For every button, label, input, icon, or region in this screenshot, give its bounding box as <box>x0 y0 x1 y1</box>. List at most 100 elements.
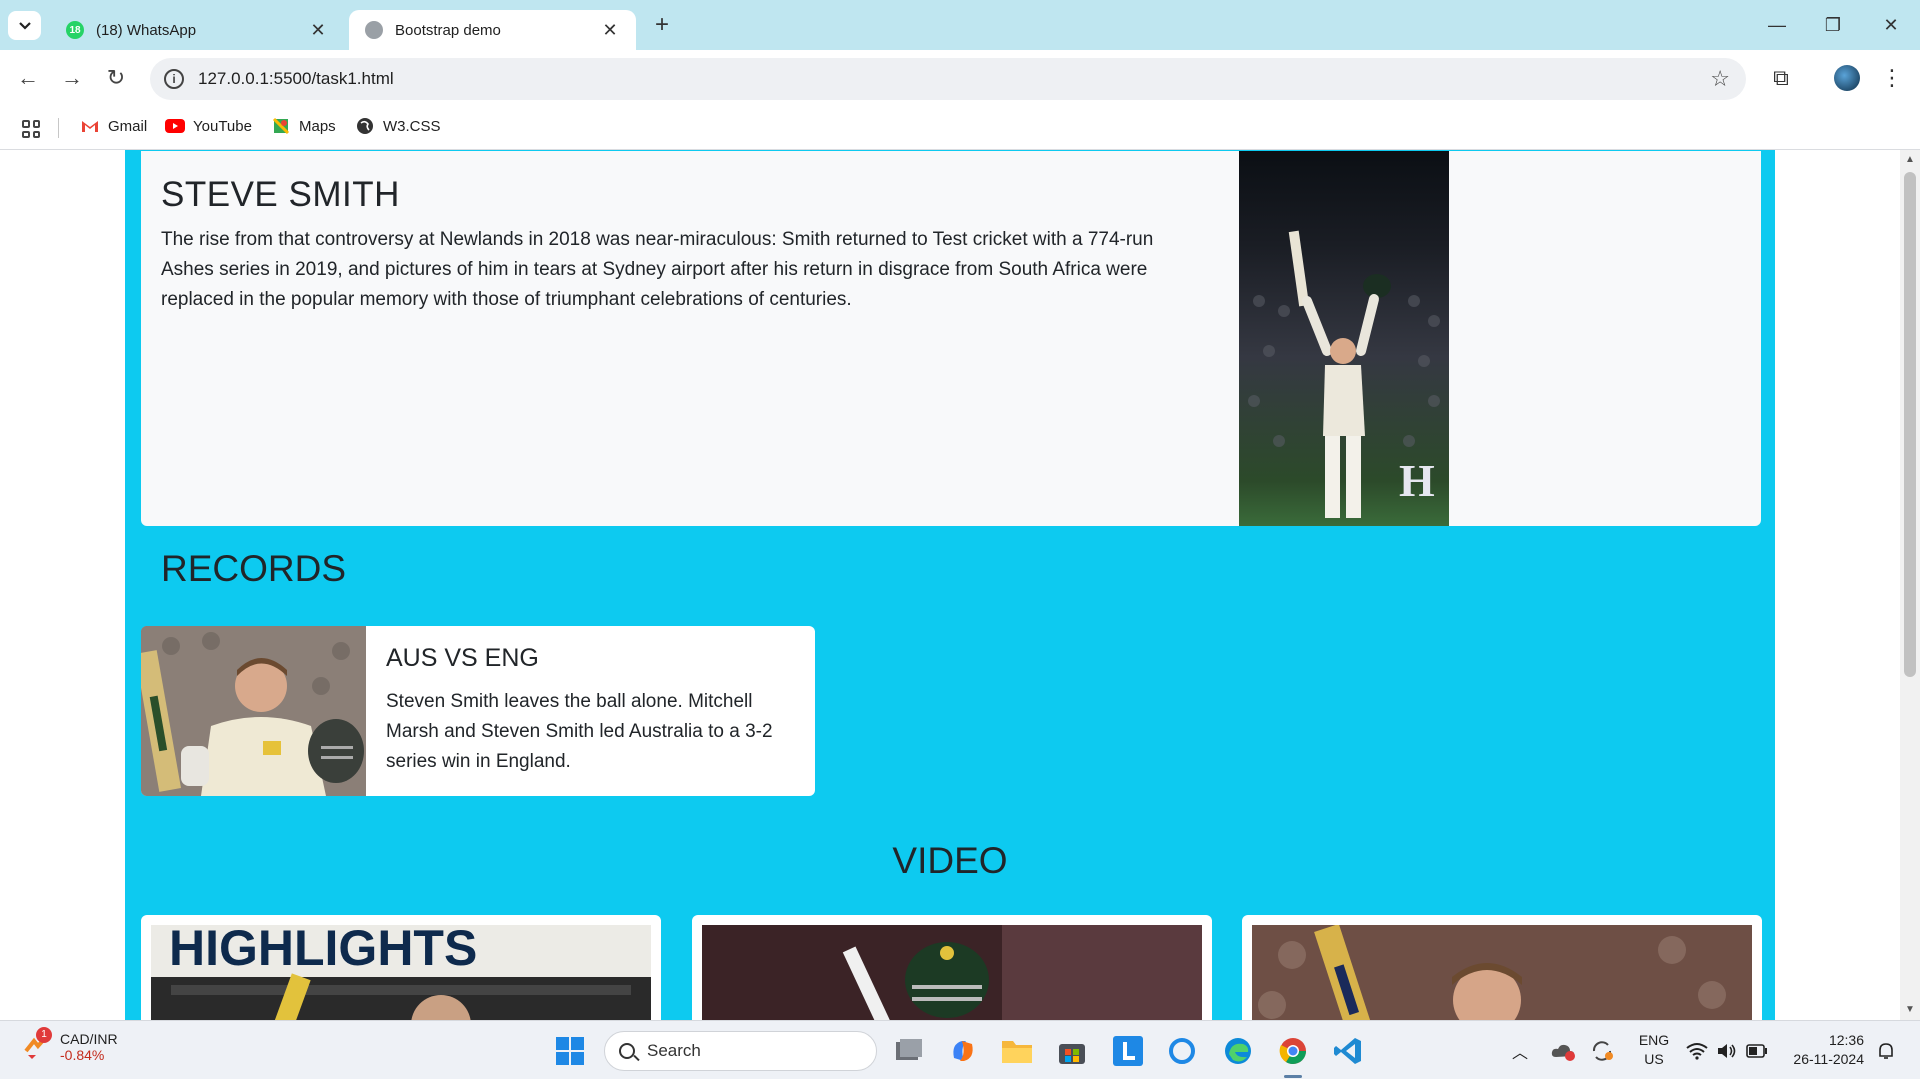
menu-button[interactable]: ⋮ <box>1876 62 1908 94</box>
system-clock[interactable]: 12:36 26-11-2024 <box>1782 1031 1864 1069</box>
bookmark-label: W3.CSS <box>383 117 441 135</box>
star-icon[interactable]: ☆ <box>1710 66 1730 92</box>
hero-text: The rise from that controversy at Newlan… <box>161 229 1154 310</box>
input-language[interactable]: ENG US <box>1634 1031 1674 1069</box>
chrome-icon <box>1279 1038 1307 1065</box>
globe-icon <box>365 21 383 39</box>
edge-icon <box>1225 1038 1251 1064</box>
profile-avatar[interactable] <box>1834 65 1860 91</box>
video-thumbnail[interactable] <box>702 925 1202 1020</box>
stock-name: CAD/INR <box>60 1031 118 1047</box>
tray-battery[interactable] <box>1746 1021 1768 1079</box>
scrollbar-thumb[interactable] <box>1904 172 1916 677</box>
bell-icon <box>1879 1042 1893 1059</box>
vscode-button[interactable] <box>1330 1033 1366 1069</box>
new-tab-button[interactable]: + <box>648 12 676 40</box>
clock-date: 26-11-2024 <box>1793 1051 1864 1067</box>
whatsapp-icon: 18 <box>66 21 84 39</box>
forward-button[interactable]: → <box>56 62 88 94</box>
tray-cloud[interactable] <box>1550 1021 1576 1079</box>
globe-icon <box>355 117 375 135</box>
stock-change: -0.84% <box>60 1047 105 1063</box>
bookmark-w3css[interactable]: W3.CSS <box>355 117 441 135</box>
hero-photo: H <box>1239 151 1449 526</box>
url-input[interactable] <box>198 69 1598 89</box>
reload-button[interactable]: ↻ <box>100 62 132 94</box>
tab-search-button[interactable] <box>8 11 41 40</box>
tab-title: (18) WhatsApp <box>96 21 197 39</box>
extensions-button[interactable]: ⧉ <box>1765 62 1797 94</box>
scroll-down-icon[interactable]: ▼ <box>1904 1004 1916 1016</box>
close-icon[interactable]: ✕ <box>308 20 328 41</box>
tab-whatsapp[interactable]: 18 (18) WhatsApp ✕ <box>50 10 344 50</box>
bookmark-label: YouTube <box>193 117 252 135</box>
battery-icon <box>1746 1043 1767 1058</box>
start-button[interactable] <box>552 1033 588 1069</box>
app-l-button[interactable] <box>1110 1033 1146 1069</box>
windows-icon <box>556 1037 584 1065</box>
notification-badge: 1 <box>36 1027 52 1043</box>
browser-toolbar: ← → ↻ i ☆ ⧉ ⋮ <box>0 50 1920 106</box>
bookmark-gmail[interactable]: Gmail <box>80 117 147 135</box>
address-bar[interactable]: i ☆ <box>150 58 1746 100</box>
bookmark-maps[interactable]: Maps <box>271 117 336 135</box>
folder-icon <box>1002 1041 1032 1063</box>
file-explorer-button[interactable] <box>999 1033 1035 1069</box>
tab-strip: 18 (18) WhatsApp ✕ Bootstrap demo ✕ + — … <box>0 0 1920 50</box>
site-info-icon[interactable]: i <box>164 69 184 89</box>
youtube-icon <box>165 117 185 135</box>
minimize-button[interactable]: — <box>1752 10 1802 40</box>
tray-volume[interactable] <box>1716 1021 1738 1079</box>
tab-bootstrap-demo[interactable]: Bootstrap demo ✕ <box>349 10 636 50</box>
lang-line1: ENG <box>1638 1032 1670 1048</box>
page-scrollbar[interactable]: ▲ ▼ <box>1900 150 1920 1020</box>
apps-grid-icon[interactable] <box>22 120 40 138</box>
record-text: Steven Smith leaves the ball alone. Mitc… <box>386 691 773 772</box>
sync-icon <box>1592 1040 1613 1061</box>
search-icon <box>619 1043 635 1059</box>
scroll-up-icon[interactable]: ▲ <box>1904 154 1916 166</box>
content-section: STEVE SMITH The rise from that controver… <box>125 150 1775 1020</box>
edge-button[interactable] <box>1220 1033 1256 1069</box>
record-title: AUS VS ENG <box>386 644 539 672</box>
close-icon[interactable]: ✕ <box>600 20 620 41</box>
cortana-button[interactable] <box>1164 1033 1200 1069</box>
chrome-button[interactable] <box>1275 1033 1311 1069</box>
task-view-icon <box>896 1039 922 1060</box>
hero-title: STEVE SMITH <box>161 175 400 214</box>
video-card[interactable] <box>692 915 1212 1020</box>
video-card[interactable] <box>1242 915 1762 1020</box>
taskbar-search[interactable]: Search <box>604 1031 877 1071</box>
stock-widget[interactable]: 1 CAD/INR -0.84% <box>22 1027 118 1063</box>
close-window-button[interactable]: ✕ <box>1866 10 1916 40</box>
l-app-icon <box>1113 1036 1143 1066</box>
bookmark-youtube[interactable]: YouTube <box>165 117 252 135</box>
video-thumbnail[interactable]: HIGHLIGHTS <box>151 925 651 1020</box>
notification-center[interactable] <box>1876 1021 1896 1079</box>
task-view-button[interactable] <box>891 1033 927 1069</box>
video-thumbnail[interactable] <box>1252 925 1752 1020</box>
show-hidden-icons[interactable]: ︿ <box>1512 1021 1528 1079</box>
tab-title: Bootstrap demo <box>395 21 501 39</box>
page-viewport: STEVE SMITH The rise from that controver… <box>0 150 1900 1020</box>
bookmark-label: Gmail <box>108 117 148 135</box>
store-button[interactable] <box>1054 1033 1090 1069</box>
circle-app-icon <box>1169 1038 1195 1064</box>
arrow-right-icon: → <box>61 65 83 90</box>
tray-sync[interactable] <box>1590 1021 1614 1079</box>
chevron-up-icon: ︿ <box>1512 1044 1529 1062</box>
video-card[interactable]: HIGHLIGHTS <box>141 915 661 1020</box>
video-heading: VIDEO <box>892 840 1008 881</box>
copilot-button[interactable] <box>945 1033 981 1069</box>
back-button[interactable]: ← <box>12 62 44 94</box>
record-photo <box>141 626 366 796</box>
search-label: Search <box>647 1041 701 1060</box>
wifi-icon <box>1686 1042 1708 1060</box>
hero-card: STEVE SMITH The rise from that controver… <box>141 151 1761 526</box>
tray-network[interactable] <box>1686 1021 1708 1079</box>
store-icon <box>1059 1044 1085 1064</box>
record-body: AUS VS ENG Steven Smith leaves the ball … <box>386 644 796 777</box>
restore-button[interactable]: ❐ <box>1808 10 1858 40</box>
record-card: AUS VS ENG Steven Smith leaves the ball … <box>141 626 815 796</box>
divider <box>58 118 59 138</box>
